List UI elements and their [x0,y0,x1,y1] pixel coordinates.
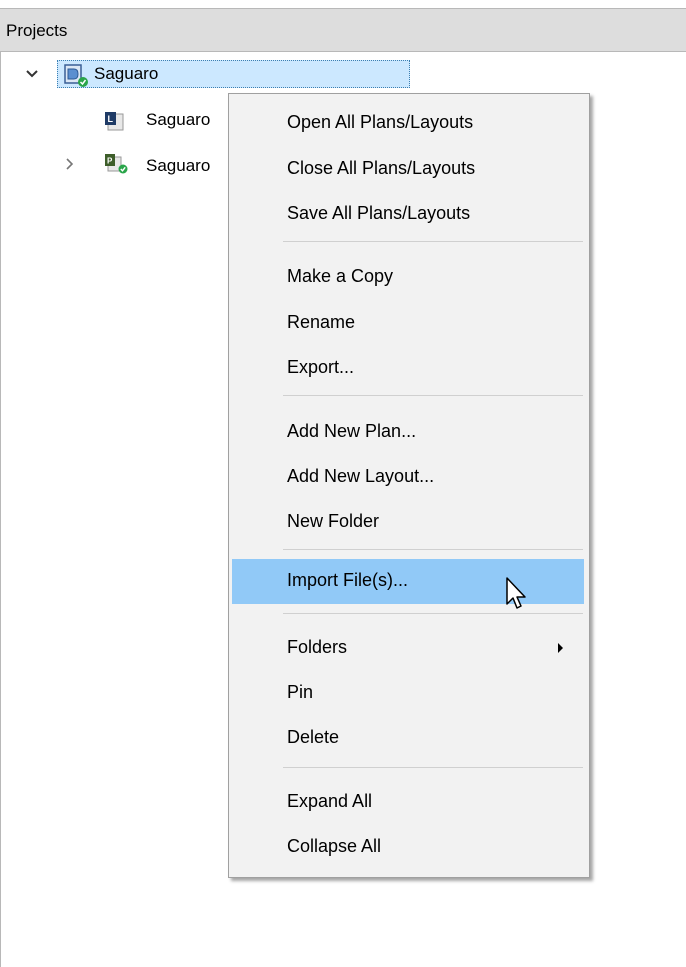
menu-item-folders[interactable]: Folders [229,632,583,664]
chevron-down-icon[interactable] [25,67,39,81]
menu-item-label: Collapse All [287,836,382,856]
context-menu: Open All Plans/Layouts Close All Plans/L… [228,93,590,878]
menu-item-label: Expand All [287,791,373,811]
menu-item-label: Delete [287,727,340,747]
menu-item-label: Save All Plans/Layouts [287,203,471,223]
chevron-right-icon[interactable] [62,157,76,171]
menu-item-label: Add New Plan... [287,421,417,441]
menu-item-collapse-all[interactable]: Collapse All [229,831,583,863]
panel-title: Projects [6,21,68,40]
menu-separator [283,613,583,614]
mouse-pointer-icon [505,576,531,617]
menu-item-rename[interactable]: Rename [229,307,583,339]
svg-text:P: P [107,157,113,166]
menu-separator [283,767,583,768]
menu-item-add-new-layout[interactable]: Add New Layout... [229,461,583,493]
panel-left-border [0,52,1,967]
menu-item-expand-all[interactable]: Expand All [229,786,583,818]
svg-text:L: L [108,114,114,124]
plan-file-icon: P [103,152,129,174]
menu-item-import-files[interactable]: Import File(s)... [232,559,584,604]
submenu-arrow-icon [558,643,563,653]
menu-item-label: Make a Copy [287,266,394,286]
project-icon [63,62,89,88]
menu-item-label: Close All Plans/Layouts [287,158,476,178]
menu-separator [283,241,583,242]
menu-item-delete[interactable]: Delete [229,722,583,754]
tree-item-label[interactable]: Saguaro [146,110,210,130]
menu-separator [283,549,583,550]
menu-item-label: Folders [287,637,348,657]
menu-item-make-copy[interactable]: Make a Copy [229,261,583,293]
tree-root-label[interactable]: Saguaro [94,64,158,84]
projects-panel-header: Projects [0,8,686,52]
menu-item-label: Open All Plans/Layouts [287,112,474,132]
menu-item-label: Rename [287,312,356,332]
menu-item-open-all[interactable]: Open All Plans/Layouts [229,107,583,139]
menu-item-label: Add New Layout... [287,466,435,486]
menu-item-export[interactable]: Export... [229,352,583,384]
menu-separator [283,395,583,396]
menu-item-close-all[interactable]: Close All Plans/Layouts [229,153,583,185]
menu-item-save-all[interactable]: Save All Plans/Layouts [229,198,583,230]
menu-item-add-new-plan[interactable]: Add New Plan... [229,416,583,448]
menu-item-label: Pin [287,682,314,702]
menu-item-new-folder[interactable]: New Folder [229,506,583,538]
menu-item-label: Import File(s)... [287,570,409,590]
layout-file-icon: L [103,110,125,132]
menu-item-label: Export... [287,357,355,377]
menu-item-label: New Folder [287,511,380,531]
menu-item-pin[interactable]: Pin [229,677,583,709]
tree-item-label[interactable]: Saguaro [146,156,210,176]
